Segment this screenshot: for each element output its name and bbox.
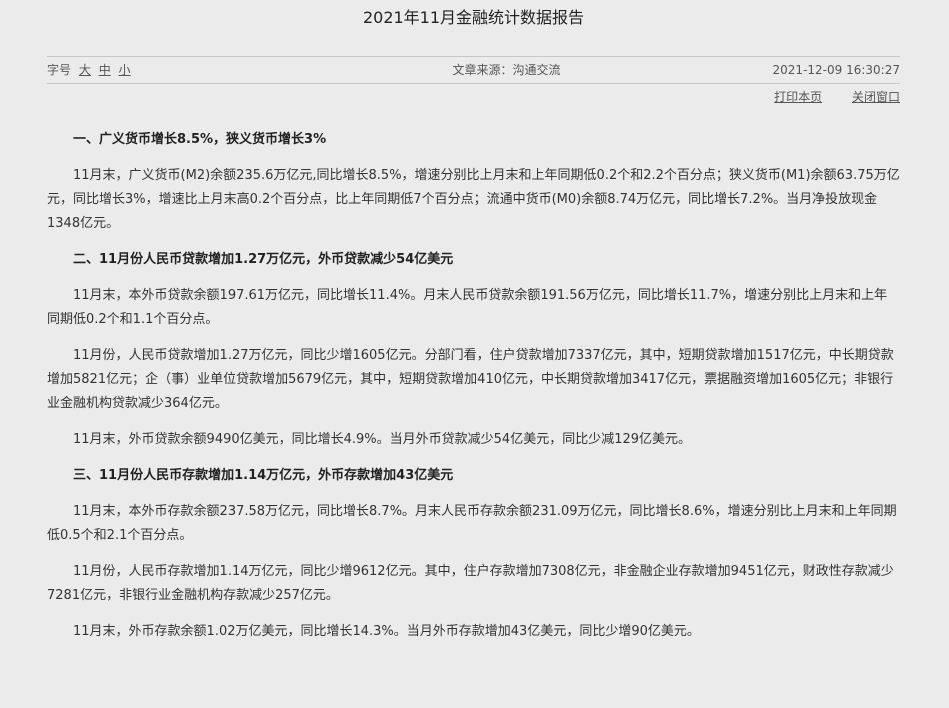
publish-datetime: 2021-12-09 16:30:27 xyxy=(772,63,900,77)
meta-bar: 字号 大 中 小 文章来源：沟通交流 2021-12-09 16:30:27 xyxy=(47,57,900,83)
paragraph: 11月末，外币存款余额1.02万亿美元，同比增长14.3%。当月外币存款增加43… xyxy=(73,624,700,639)
paragraph: 11月末，广义货币(M2)余额235.6万亿元,同比增长8.5%，增速分别比上月… xyxy=(47,168,900,231)
article: 2021年11月金融统计数据报告 字号 大 中 小 文章来源：沟通交流 2021… xyxy=(47,0,900,644)
article-source: 文章来源：沟通交流 xyxy=(452,63,561,77)
font-large-link[interactable]: 大 xyxy=(79,63,91,77)
font-size-label: 字号 xyxy=(47,63,72,77)
paragraph: 11月份，人民币存款增加1.14万亿元，同比少增9612亿元。其中，住户存款增加… xyxy=(47,564,894,603)
article-body: 一、广义货币增长8.5%，狭义货币增长3% 11月末，广义货币(M2)余额235… xyxy=(47,112,900,644)
close-window-link[interactable]: 关闭窗口 xyxy=(852,90,900,104)
page-actions: 打印本页 关闭窗口 xyxy=(47,84,900,112)
paragraph: 11月末，外币贷款余额9490亿美元，同比增长4.9%。当月外币贷款减少54亿美… xyxy=(73,432,692,447)
paragraph: 11月份，人民币贷款增加1.27万亿元，同比少增1605亿元。分部门看，住户贷款… xyxy=(47,348,894,411)
page-title: 2021年11月金融统计数据报告 xyxy=(362,8,585,27)
print-page-link[interactable]: 打印本页 xyxy=(774,90,822,104)
paragraph: 11月末，本外币贷款余额197.61万亿元，同比增长11.4%。月末人民币贷款余… xyxy=(47,288,888,327)
section-heading: 一、广义货币增长8.5%，狭义货币增长3% xyxy=(73,132,327,147)
section-heading: 二、11月份人民币贷款增加1.27万亿元，外币贷款减少54亿美元 xyxy=(73,252,454,267)
font-size-controls: 字号 大 中 小 xyxy=(47,57,131,83)
paragraph: 11月末，本外币存款余额237.58万亿元，同比增长8.7%。月末人民币存款余额… xyxy=(47,504,897,543)
font-medium-link[interactable]: 中 xyxy=(99,63,111,77)
section-heading: 三、11月份人民币存款增加1.14万亿元，外币存款增加43亿美元 xyxy=(73,468,454,483)
font-small-link[interactable]: 小 xyxy=(119,63,131,77)
